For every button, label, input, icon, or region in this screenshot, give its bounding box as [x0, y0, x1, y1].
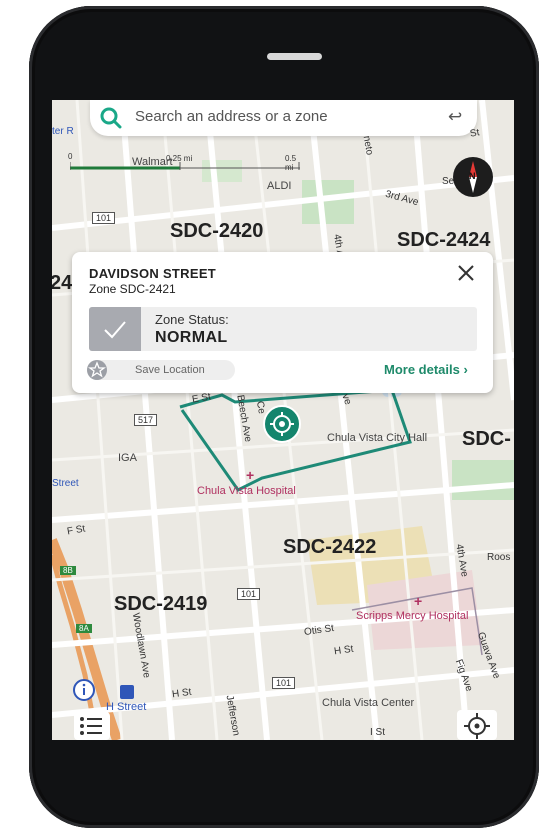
poi-center[interactable]: Chula Vista Center	[322, 697, 414, 709]
status-check-tile	[89, 307, 141, 351]
zone-label-2420[interactable]: SDC-2420	[170, 220, 263, 243]
save-location-label: Save Location	[135, 364, 205, 376]
list-icon	[80, 717, 102, 735]
save-location-button[interactable]: Save Location	[87, 360, 235, 380]
exit-8b: 8B	[60, 566, 76, 575]
zone-status-box: Zone Status: NORMAL	[89, 307, 477, 351]
return-icon[interactable]: ↩	[448, 107, 462, 127]
poi-walmart[interactable]: Walmart	[132, 156, 173, 168]
search-bar[interactable]: Search an address or a zone ↩	[90, 100, 477, 136]
card-title: DAVIDSON STREET	[89, 266, 217, 281]
zone-label-partial-left[interactable]: 24	[52, 272, 72, 295]
my-location-button[interactable]	[457, 710, 497, 740]
poi-aldi[interactable]: ALDI	[267, 180, 291, 192]
poi-iga[interactable]: IGA	[118, 452, 137, 464]
search-icon	[100, 107, 122, 129]
street-roos: Roos	[487, 552, 511, 563]
more-details-link[interactable]: More details ›	[384, 362, 468, 377]
zone-label-2422[interactable]: SDC-2422	[283, 536, 376, 559]
street-i-st: I St	[370, 727, 386, 738]
route-shield-101c: 101	[272, 677, 296, 689]
location-pin[interactable]	[263, 405, 301, 443]
scale-end: 0.5 mi	[285, 154, 297, 172]
poi-h-street-station[interactable]: H Street	[106, 701, 146, 713]
exit-8a: 8A	[76, 624, 92, 633]
info-button[interactable]	[72, 678, 96, 702]
poi-city-hall[interactable]: Chula Vista City Hall	[327, 432, 427, 444]
info-icon	[73, 679, 95, 701]
hospital-marker-icon-2: +	[414, 593, 423, 609]
route-shield-517: 517	[134, 414, 158, 426]
checkmark-icon	[104, 321, 126, 339]
zone-label-partial-right[interactable]: SDC-	[462, 428, 511, 451]
zone-status-value: NORMAL	[155, 329, 228, 346]
search-input[interactable]: Search an address or a zone	[135, 108, 328, 125]
scale-zero: 0	[68, 152, 73, 161]
zone-status-label: Zone Status:	[155, 312, 229, 327]
close-icon[interactable]	[455, 262, 477, 284]
star-icon	[87, 360, 107, 380]
street-se: Se	[442, 176, 455, 187]
card-subtitle: Zone SDC-2421	[89, 282, 176, 296]
compass-button[interactable]: N	[453, 157, 493, 197]
poi-hospital[interactable]: Chula Vista Hospital	[197, 485, 296, 497]
street-ter-r: ter R	[52, 126, 74, 137]
compass-north-label: N	[469, 171, 476, 181]
list-view-button[interactable]	[74, 712, 110, 740]
street-label-street: Street	[52, 478, 79, 489]
scale-bar: 0 0.25 mi 0.5 mi	[68, 148, 300, 177]
my-location-icon	[464, 713, 490, 739]
phone-speaker	[267, 53, 322, 60]
street-st-top: St	[469, 127, 481, 140]
hospital-marker-icon: +	[246, 467, 255, 483]
route-shield-101a: 101	[92, 212, 116, 224]
poi-scripps[interactable]: Scripps Mercy Hospital	[356, 610, 468, 622]
zone-label-2424[interactable]: SDC-2424	[397, 229, 490, 252]
zone-detail-card: DAVIDSON STREET Zone SDC-2421 Zone Statu…	[72, 252, 493, 393]
map-screen[interactable]: Search an address or a zone ↩ 0 0.25 mi …	[52, 100, 514, 740]
zone-label-2419[interactable]: SDC-2419	[114, 593, 207, 616]
crosshair-pin-icon	[270, 412, 294, 436]
route-shield-101b: 101	[237, 588, 261, 600]
